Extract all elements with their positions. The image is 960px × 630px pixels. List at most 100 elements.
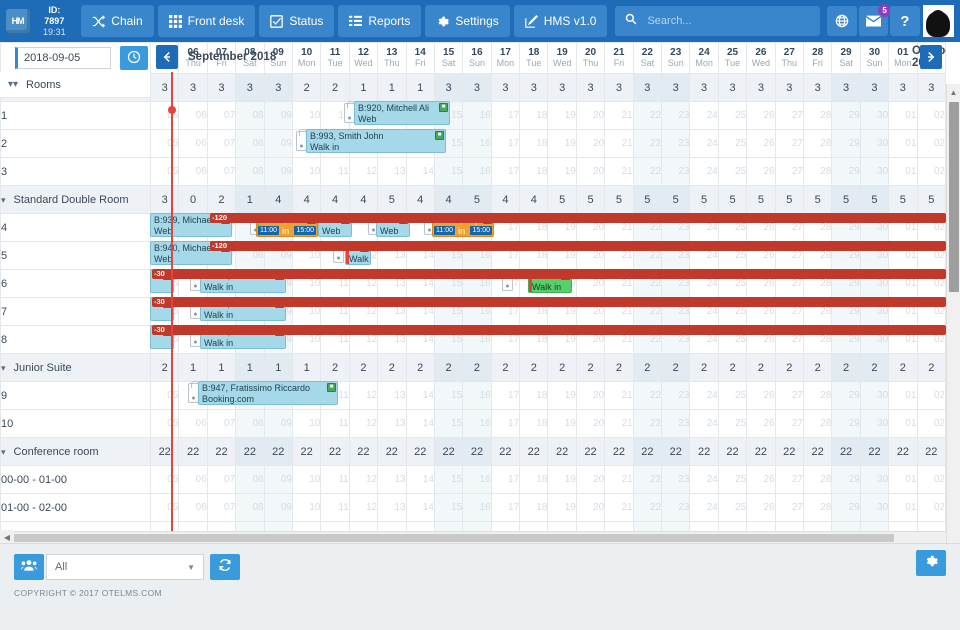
room-day-cell[interactable]: 07 xyxy=(207,466,235,494)
room-day-cell[interactable]: 10 xyxy=(292,466,320,494)
room-day-cell[interactable]: 17 xyxy=(491,102,519,130)
room-day-cell[interactable]: 28 xyxy=(803,130,831,158)
room-day-cell[interactable]: 17 xyxy=(491,410,519,438)
room-group-name-cell[interactable]: ▾Conference room xyxy=(1,438,151,466)
room-day-cell[interactable]: 30 xyxy=(860,130,888,158)
horizontal-scrollbar[interactable]: ◀ xyxy=(0,531,946,543)
room-day-cell[interactable]: 26 xyxy=(747,102,775,130)
room-group-name-cell[interactable]: ▾Standard Double Room xyxy=(1,186,151,214)
room-day-cell[interactable]: 09 xyxy=(264,102,292,130)
room-row[interactable]: 01-00 - 02-00050607080910111213141516171… xyxy=(1,494,946,522)
room-name-cell[interactable]: 7 xyxy=(1,298,151,326)
booking-balance-badge[interactable]: -30 xyxy=(152,325,946,335)
room-day-cell[interactable]: 06 xyxy=(179,130,207,158)
room-day-cell[interactable]: 29 xyxy=(832,494,860,522)
room-day-cell[interactable]: 21 xyxy=(605,494,633,522)
room-day-cell[interactable]: 24 xyxy=(690,382,718,410)
room-day-cell[interactable]: 05 xyxy=(151,410,179,438)
room-name-cell[interactable]: 10 xyxy=(1,410,151,438)
room-day-cell[interactable]: 22 xyxy=(633,494,661,522)
room-day-cell[interactable]: 11 xyxy=(321,494,349,522)
room-day-cell[interactable]: 17 xyxy=(491,382,519,410)
room-day-cell[interactable]: 21 xyxy=(605,410,633,438)
room-day-cell[interactable]: 25 xyxy=(718,130,746,158)
room-group-row[interactable]: ▾Standard Double Room3021444454454455555… xyxy=(1,186,946,214)
room-day-cell[interactable]: 21 xyxy=(605,130,633,158)
room-day-cell[interactable]: 01 xyxy=(889,410,917,438)
room-day-cell[interactable]: 10 xyxy=(292,494,320,522)
room-day-cell[interactable]: 08 xyxy=(236,410,264,438)
room-name-cell[interactable]: 6 xyxy=(1,270,151,298)
room-day-cell[interactable]: 22 xyxy=(633,130,661,158)
room-day-cell[interactable]: 23 xyxy=(662,130,690,158)
room-day-cell[interactable]: 12 xyxy=(349,466,377,494)
room-day-cell[interactable]: 01 xyxy=(889,102,917,130)
room-day-cell[interactable]: 26 xyxy=(747,158,775,186)
room-row[interactable]: 00-00 - 01-00050607080910111213141516171… xyxy=(1,466,946,494)
room-day-cell[interactable]: 19 xyxy=(548,382,576,410)
room-day-cell[interactable]: 13 xyxy=(378,410,406,438)
room-day-cell[interactable]: 09 xyxy=(264,410,292,438)
room-day-cell[interactable]: 13 xyxy=(378,494,406,522)
language-globe-button[interactable] xyxy=(827,6,856,36)
room-day-cell[interactable]: 15 xyxy=(434,494,462,522)
room-day-cell[interactable]: 27 xyxy=(775,382,803,410)
room-day-cell[interactable]: 21 xyxy=(605,382,633,410)
room-day-cell[interactable]: 09 xyxy=(264,130,292,158)
room-day-cell[interactable]: 13 xyxy=(378,382,406,410)
room-day-cell[interactable]: 16 xyxy=(463,102,491,130)
nav-item-front-desk[interactable]: Front desk xyxy=(158,5,256,37)
room-day-cell[interactable]: 02 xyxy=(917,130,945,158)
room-day-cell[interactable]: 24 xyxy=(690,158,718,186)
room-day-cell[interactable]: 07 xyxy=(207,102,235,130)
booking-block[interactable]: B:947, Fratissimo RiccardoBooking.com■ xyxy=(198,381,338,405)
room-day-cell[interactable]: 17 xyxy=(491,158,519,186)
room-day-cell[interactable]: 10 xyxy=(292,102,320,130)
room-day-cell[interactable]: 18 xyxy=(520,382,548,410)
room-group-name-cell[interactable]: ▾Junior Suite xyxy=(1,354,151,382)
group-filter-button[interactable] xyxy=(14,554,44,580)
room-day-cell[interactable]: 27 xyxy=(775,102,803,130)
footer-settings-button[interactable] xyxy=(916,550,946,576)
room-day-cell[interactable]: 19 xyxy=(548,410,576,438)
room-day-cell[interactable]: 08 xyxy=(236,466,264,494)
room-day-cell[interactable]: 14 xyxy=(406,494,434,522)
room-name-cell[interactable]: 3 xyxy=(1,158,151,186)
room-day-cell[interactable]: 18 xyxy=(520,102,548,130)
rooms-collapse-row[interactable]: ▾▾ Rooms xyxy=(0,72,150,98)
room-row[interactable]: 3050607080910111213141516171819202122232… xyxy=(1,158,946,186)
room-day-cell[interactable]: 23 xyxy=(662,466,690,494)
room-group-row[interactable]: ▾Junior Suite211111222222222222222222222… xyxy=(1,354,946,382)
scroll-up-arrow[interactable]: ▲ xyxy=(947,84,960,100)
app-logo[interactable]: HM xyxy=(0,0,35,42)
room-row[interactable]: 1005060708091011121314151617181920212223… xyxy=(1,410,946,438)
room-name-cell[interactable]: 9 xyxy=(1,382,151,410)
room-day-cell[interactable]: 27 xyxy=(775,130,803,158)
room-day-cell[interactable]: 14 xyxy=(406,382,434,410)
room-day-cell[interactable]: 13 xyxy=(378,466,406,494)
room-day-cell[interactable]: 17 xyxy=(491,466,519,494)
room-day-cell[interactable]: 27 xyxy=(775,494,803,522)
room-day-cell[interactable]: 11 xyxy=(321,466,349,494)
room-day-cell[interactable]: 20 xyxy=(576,466,604,494)
room-name-cell[interactable]: 2 xyxy=(1,130,151,158)
room-day-cell[interactable]: 25 xyxy=(718,382,746,410)
room-day-cell[interactable]: 12 xyxy=(349,410,377,438)
room-day-cell[interactable]: 22 xyxy=(633,102,661,130)
room-day-cell[interactable]: 14 xyxy=(406,158,434,186)
booking-block[interactable]: B:920, Mitchell AliWeb■ xyxy=(354,101,450,125)
room-day-cell[interactable]: 23 xyxy=(662,382,690,410)
room-day-cell[interactable]: 25 xyxy=(718,466,746,494)
room-day-cell[interactable]: 19 xyxy=(548,102,576,130)
room-day-cell[interactable]: 26 xyxy=(747,130,775,158)
room-day-cell[interactable]: 28 xyxy=(803,494,831,522)
room-day-cell[interactable]: 14 xyxy=(406,410,434,438)
room-day-cell[interactable]: 24 xyxy=(690,130,718,158)
room-day-cell[interactable]: 17 xyxy=(491,494,519,522)
room-day-cell[interactable]: 30 xyxy=(860,158,888,186)
room-day-cell[interactable]: 19 xyxy=(548,466,576,494)
room-name-cell[interactable]: 01-00 - 02-00 xyxy=(1,494,151,522)
room-day-cell[interactable]: 20 xyxy=(576,158,604,186)
room-day-cell[interactable]: 02 xyxy=(917,102,945,130)
room-day-cell[interactable]: 12 xyxy=(349,382,377,410)
